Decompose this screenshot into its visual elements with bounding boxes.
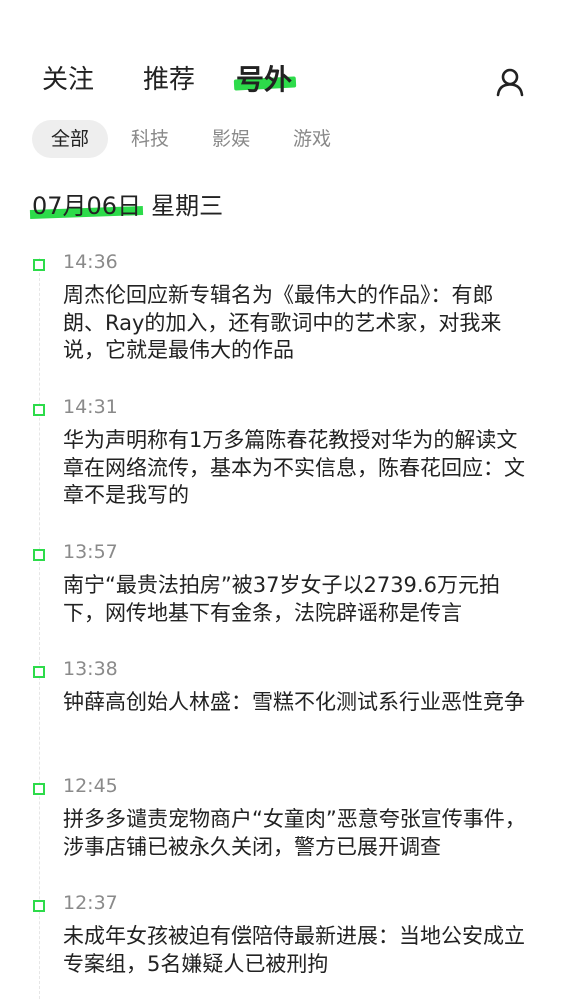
category-entertainment[interactable]: 影娱 [212,120,250,158]
news-title[interactable]: 周杰伦回应新专辑名为《最伟大的作品》：有郎朗、Ray的加入，还有歌词中的艺术家，… [63,282,533,365]
user-icon[interactable] [494,66,526,98]
timeline-line [39,258,40,999]
weekday-text: 星期三 [151,192,224,220]
news-time: 12:37 [63,892,118,914]
news-time: 13:38 [63,658,118,680]
news-time: 13:57 [63,541,118,563]
tab-recommend[interactable]: 推荐 [143,58,195,102]
news-title[interactable]: 南宁“最贵法拍房”被37岁女子以2739.6万元拍下，网传地基下有金条，法院辟谣… [63,572,533,627]
news-title[interactable]: 拼多多谴责宠物商户“女童肉”恶意夸张宣传事件，涉事店铺已被永久关闭，警方已展开调… [63,806,533,861]
timeline-dot-icon [33,666,45,678]
tab-follow[interactable]: 关注 [42,58,94,102]
news-title[interactable]: 未成年女孩被迫有偿陪侍最新进展：当地公安成立专案组，5名嫌疑人已被刑拘 [63,923,533,978]
timeline-dot-icon [33,404,45,416]
category-games[interactable]: 游戏 [293,120,331,158]
news-title[interactable]: 华为声明称有1万多篇陈春花教授对华为的解读文章在网络流传，基本为不实信息，陈春花… [63,427,533,510]
category-tech[interactable]: 科技 [131,120,169,158]
timeline-dot-icon [33,783,45,795]
news-title[interactable]: 钟薛高创始人林盛：雪糕不化测试系行业恶性竞争 [63,689,533,717]
news-time: 14:31 [63,396,118,418]
date-text: 07月06日 [32,192,142,220]
timeline-dot-icon [33,900,45,912]
timeline-dot-icon [33,259,45,271]
news-time: 12:45 [63,775,118,797]
timeline-dot-icon [33,549,45,561]
date-header: 07月06日 星期三 [29,188,224,224]
category-all[interactable]: 全部 [32,120,109,158]
tab-extra[interactable]: 号外 [233,58,297,102]
top-navigation: 关注 推荐 号外 [0,58,561,102]
news-time: 14:36 [63,251,118,273]
